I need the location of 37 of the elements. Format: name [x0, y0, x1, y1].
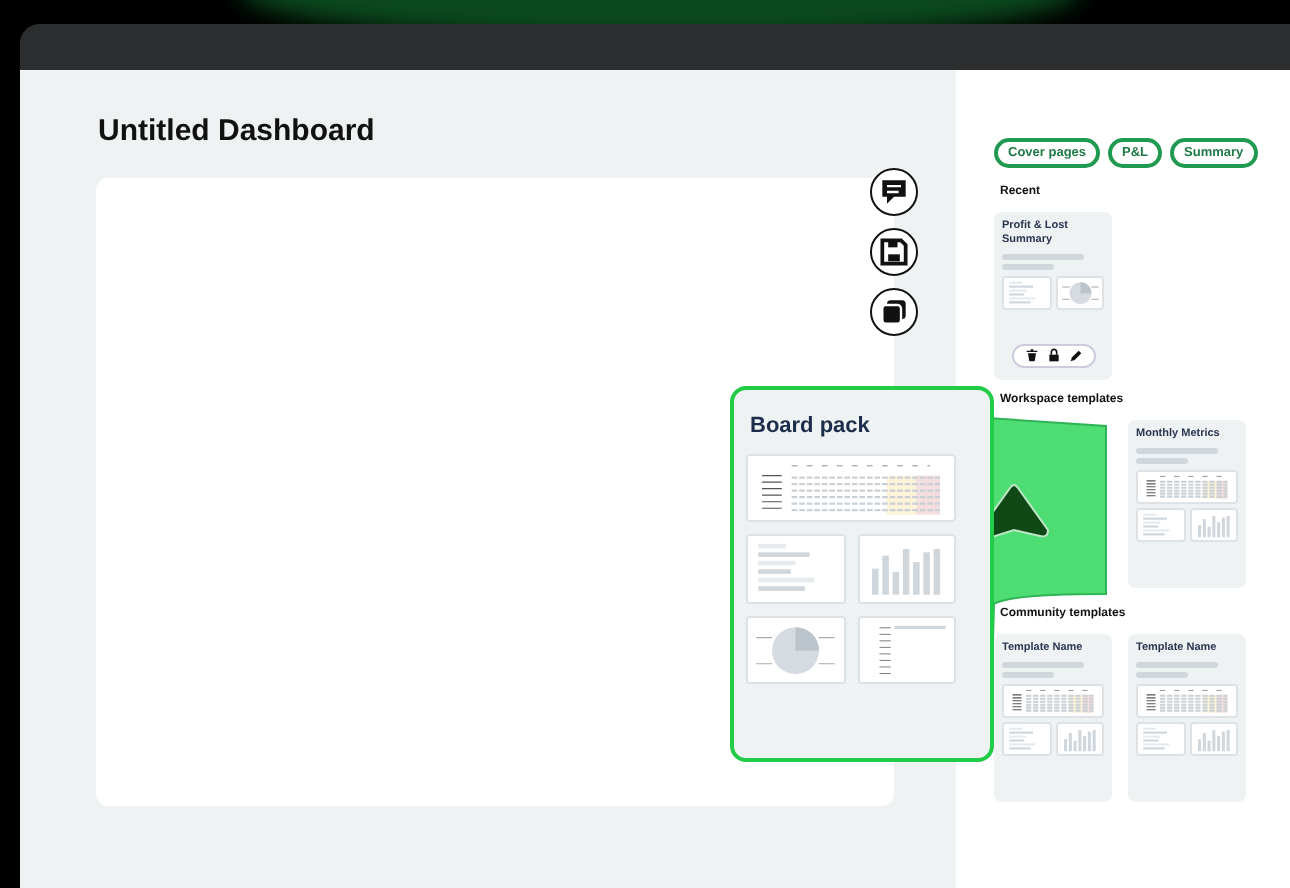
comment-icon — [880, 178, 908, 206]
column-chart-thumbnail — [1189, 721, 1238, 756]
text-placeholder — [1002, 662, 1084, 668]
text-placeholder — [1002, 672, 1053, 678]
pie-chart-thumbnail — [746, 615, 845, 685]
text-placeholder — [1136, 458, 1187, 464]
pencil-button[interactable] — [1067, 348, 1083, 365]
text-placeholder — [1002, 254, 1084, 260]
text-placeholder — [1136, 672, 1187, 678]
comment-button[interactable] — [870, 168, 918, 216]
trash-icon — [1023, 348, 1039, 365]
dashboard-title: Untitled Dashboard — [98, 114, 377, 150]
column-chart-thumbnail — [857, 534, 956, 604]
bar-chart-thumbnail — [746, 534, 845, 604]
save-icon — [880, 238, 908, 266]
bar-chart-thumbnail — [1002, 276, 1051, 311]
list-chart-thumbnail — [857, 615, 956, 685]
trash-button[interactable] — [1023, 348, 1039, 365]
table-chart-thumbnail — [1136, 684, 1238, 718]
save-button[interactable] — [870, 228, 918, 276]
text-placeholder — [1136, 662, 1218, 668]
column-chart-thumbnail — [1189, 507, 1238, 542]
table-chart-thumbnail — [1002, 684, 1104, 718]
text-placeholder — [1136, 448, 1218, 454]
copy-icon — [880, 298, 908, 326]
pencil-icon — [1067, 348, 1083, 365]
bar-chart-thumbnail — [1002, 721, 1051, 756]
lock-icon — [1045, 348, 1061, 365]
lock-button[interactable] — [1045, 348, 1061, 365]
column-chart-thumbnail — [1055, 721, 1104, 756]
copy-button[interactable] — [870, 288, 918, 336]
bar-chart-thumbnail — [1136, 507, 1185, 542]
pie-chart-thumbnail — [1055, 276, 1104, 311]
text-placeholder — [1002, 264, 1053, 270]
table-chart-thumbnail — [1136, 470, 1238, 504]
preview-title: Board pack — [750, 412, 872, 442]
bar-chart-thumbnail — [1136, 721, 1185, 756]
